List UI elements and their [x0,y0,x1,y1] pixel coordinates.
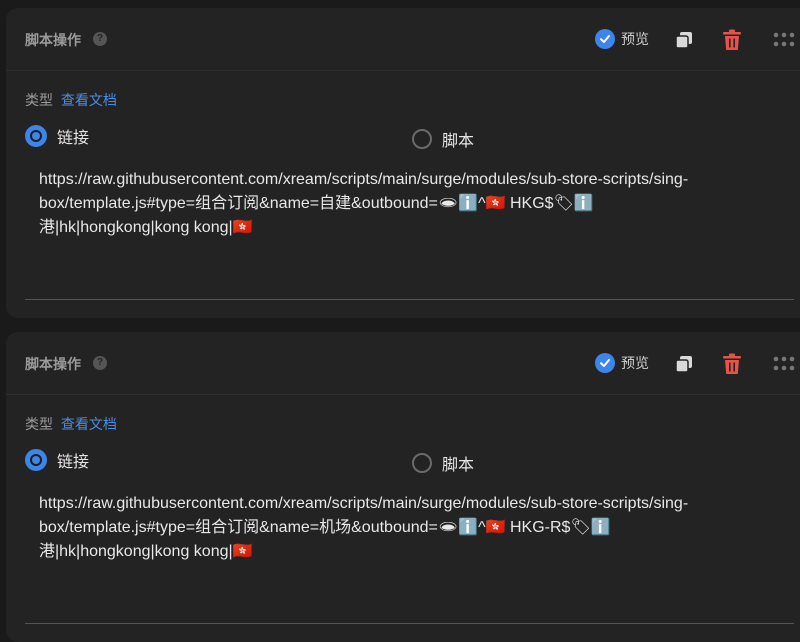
help-icon[interactable]: ? [93,356,107,370]
trash-icon[interactable] [722,29,742,51]
preview-label: 预览 [621,31,649,47]
radio-link[interactable]: 链接 [25,448,89,472]
divider [25,299,794,300]
type-label: 类型 [25,92,53,108]
radio-link-label: 链接 [57,454,90,471]
radio-script[interactable]: 脚本 [412,451,474,475]
view-docs-link[interactable]: 查看文档 [61,92,117,108]
preview-toggle[interactable]: 预览 [595,352,649,374]
drag-handle-icon[interactable] [773,32,795,48]
type-row: 类型 查看文档 [25,414,117,434]
script-url-field[interactable]: https://raw.githubusercontent.com/xream/… [39,492,769,564]
type-row: 类型 查看文档 [25,90,117,110]
url-line: 港|hk|hongkong|kong kong|🇭🇰 [39,543,253,560]
preview-toggle[interactable]: 预览 [595,28,649,50]
url-line: https://raw.githubusercontent.com/xream/… [39,495,689,512]
script-operation-card: 脚本操作 ? 预览 类型 查看文档 链接 脚本 https://raw.gith… [6,332,800,642]
radio-script-label: 脚本 [442,133,475,150]
radio-link[interactable]: 链接 [25,124,89,148]
card-title: 脚本操作 [25,32,81,48]
help-icon[interactable]: ? [93,32,107,46]
url-line: https://raw.githubusercontent.com/xream/… [39,171,689,188]
radio-script[interactable]: 脚本 [412,127,474,151]
type-label: 类型 [25,416,53,432]
radio-unselected-icon[interactable] [412,453,432,473]
radio-link-label: 链接 [57,130,90,147]
divider [25,623,794,624]
radio-selected-icon[interactable] [25,125,47,147]
script-operation-card: 脚本操作 ? 预览 类型 查看文档 链接 脚本 https://raw.gith… [6,8,800,318]
copy-icon[interactable] [674,30,694,50]
url-line: 港|hk|hongkong|kong kong|🇭🇰 [39,219,253,236]
url-line: box/template.js#type=组合订阅&name=自建&outbou… [39,195,594,212]
card-title: 脚本操作 [25,356,81,372]
check-icon[interactable] [595,29,615,49]
drag-handle-icon[interactable] [773,356,795,372]
radio-unselected-icon[interactable] [412,129,432,149]
check-icon[interactable] [595,353,615,373]
trash-icon[interactable] [722,353,742,375]
view-docs-link[interactable]: 查看文档 [61,416,117,432]
radio-script-label: 脚本 [442,457,475,474]
card-header: 脚本操作 ? 预览 [6,8,800,71]
card-header: 脚本操作 ? 预览 [6,332,800,395]
copy-icon[interactable] [674,354,694,374]
radio-selected-icon[interactable] [25,449,47,471]
url-line: box/template.js#type=组合订阅&name=机场&outbou… [39,519,611,536]
preview-label: 预览 [621,355,649,371]
script-url-field[interactable]: https://raw.githubusercontent.com/xream/… [39,168,769,240]
